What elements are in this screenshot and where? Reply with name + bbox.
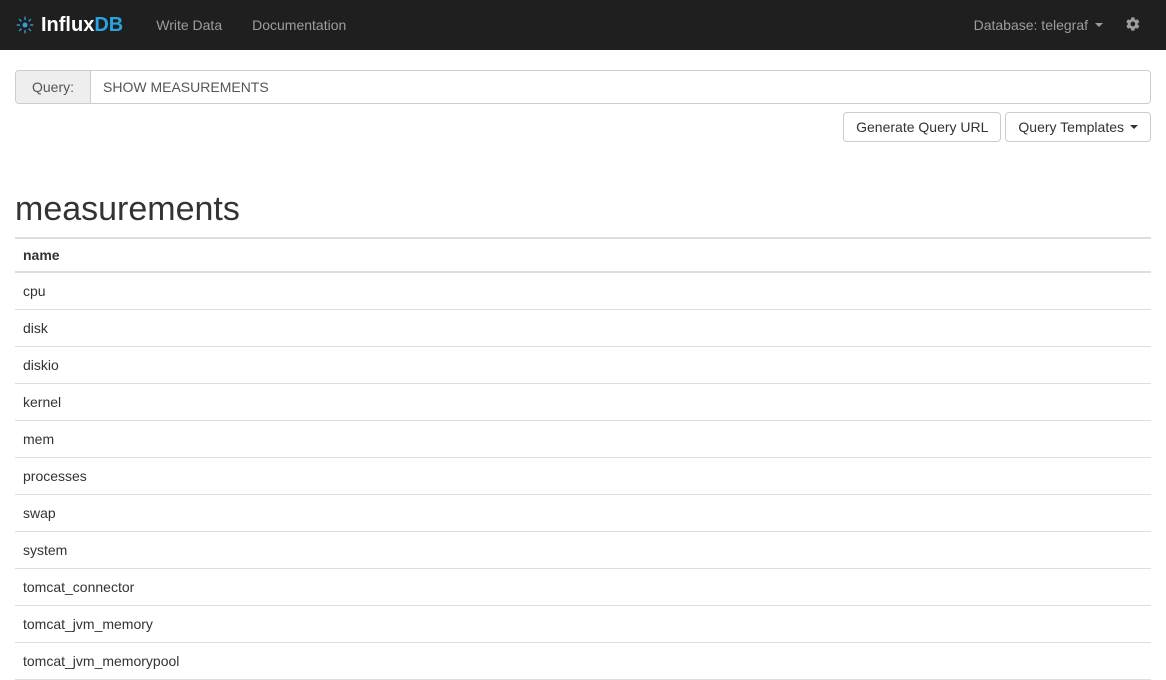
table-cell: tomcat_jvm_memory (15, 606, 1151, 643)
influxdb-logo-icon (15, 15, 35, 35)
table-row: kernel (15, 384, 1151, 421)
query-bar: Query: (15, 70, 1151, 104)
caret-down-icon (1130, 125, 1138, 129)
table-cell: processes (15, 458, 1151, 495)
query-templates-label: Query Templates (1018, 119, 1124, 135)
query-input[interactable] (91, 71, 1150, 103)
navbar: InfluxDB Write Data Documentation Databa… (0, 0, 1166, 50)
generate-query-url-button[interactable]: Generate Query URL (843, 112, 1001, 142)
table-cell: kernel (15, 384, 1151, 421)
table-row: diskio (15, 347, 1151, 384)
caret-down-icon (1095, 23, 1103, 27)
table-row: cpu (15, 272, 1151, 310)
navbar-right: Database: telegraf (962, 1, 1151, 50)
main-container: Query: Generate Query URL Query Template… (0, 50, 1166, 680)
brand-text: InfluxDB (41, 14, 123, 37)
table-row: swap (15, 495, 1151, 532)
table-cell: disk (15, 310, 1151, 347)
table-cell: system (15, 532, 1151, 569)
nav-documentation[interactable]: Documentation (237, 2, 361, 48)
results-heading: measurements (15, 190, 1151, 229)
table-cell: tomcat_connector (15, 569, 1151, 606)
table-cell: mem (15, 421, 1151, 458)
table-row: tomcat_connector (15, 569, 1151, 606)
table-cell: diskio (15, 347, 1151, 384)
brand-link[interactable]: InfluxDB (15, 14, 123, 37)
brand-text-db: DB (94, 14, 123, 36)
table-row: disk (15, 310, 1151, 347)
gear-icon (1125, 19, 1141, 35)
query-label: Query: (16, 71, 91, 103)
table-cell: cpu (15, 272, 1151, 310)
database-selector[interactable]: Database: telegraf (962, 2, 1115, 48)
query-button-row: Generate Query URL Query Templates (15, 112, 1151, 142)
brand-text-influx: Influx (41, 14, 94, 36)
nav-write-data[interactable]: Write Data (141, 2, 237, 48)
table-cell: swap (15, 495, 1151, 532)
table-row: mem (15, 421, 1151, 458)
column-header-name: name (15, 238, 1151, 272)
settings-button[interactable] (1115, 1, 1151, 50)
table-cell: tomcat_jvm_memorypool (15, 643, 1151, 680)
table-row: system (15, 532, 1151, 569)
table-row: tomcat_jvm_memorypool (15, 643, 1151, 680)
table-row: tomcat_jvm_memory (15, 606, 1151, 643)
database-selector-label: Database: telegraf (974, 17, 1088, 33)
table-row: processes (15, 458, 1151, 495)
results-table: name cpudiskdiskiokernelmemprocessesswap… (15, 237, 1151, 680)
query-templates-button[interactable]: Query Templates (1005, 112, 1151, 142)
